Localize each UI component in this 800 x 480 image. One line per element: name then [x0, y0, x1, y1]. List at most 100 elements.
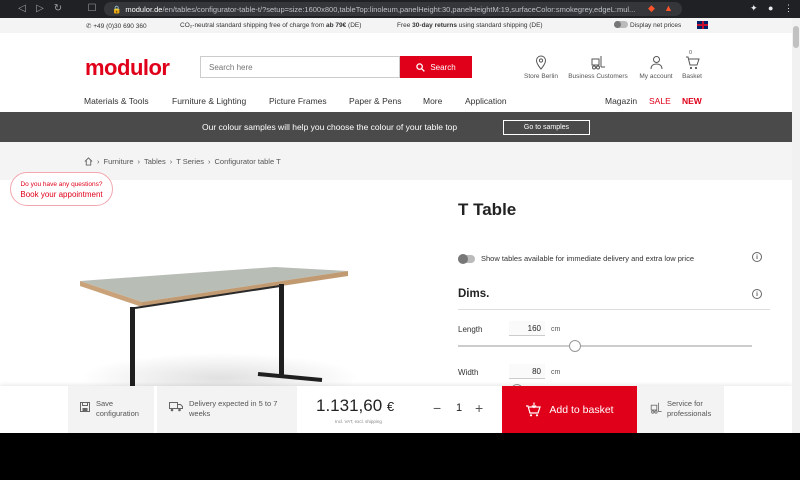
- nav-materials-tools[interactable]: Materials & Tools: [84, 96, 149, 106]
- net-prices-toggle[interactable]: [614, 21, 628, 28]
- breadcrumb: › Furniture › Tables › T Series › Config…: [84, 157, 281, 166]
- address-bar[interactable]: 🔒 modulor.de/en/tables/configurator-tabl…: [104, 2, 682, 16]
- service-line2: professionals: [667, 409, 712, 419]
- availability-toggle[interactable]: [458, 254, 475, 264]
- shipping-prefix: CO₂-neutral standard shipping free of ch…: [180, 22, 326, 29]
- length-unit: cm: [551, 326, 561, 333]
- home-icon[interactable]: [84, 157, 93, 166]
- lock-icon: 🔒: [112, 4, 122, 14]
- brave-shield-icon[interactable]: ◆: [648, 3, 655, 14]
- length-slider-handle[interactable]: [569, 340, 581, 352]
- browser-toolbar: ◁ ▷ ↻ ☐ 🔒 modulor.de/en/tables/configura…: [0, 0, 800, 18]
- price-currency: €: [386, 399, 395, 414]
- info-bar: ✆ +49 (0)30 690 360 CO₂-neutral standard…: [0, 18, 792, 33]
- nav-more[interactable]: More: [423, 96, 442, 106]
- delivery-info: Delivery expected in 5 to 7 weeks: [157, 386, 297, 433]
- quantity-value[interactable]: 1: [456, 402, 462, 414]
- url-path: /en/tables/configurator-table-t/?setup=s…: [162, 4, 636, 14]
- net-prices-label: Display net prices: [630, 22, 682, 29]
- net-prices-toggle-knob: [614, 21, 621, 28]
- delivery-label: Delivery expected in 5 to 7 weeks: [189, 399, 277, 419]
- save-line1: Save: [96, 399, 114, 408]
- profile-icon[interactable]: ●: [768, 3, 773, 13]
- nav-magazin[interactable]: Magazin: [605, 96, 637, 106]
- length-input[interactable]: 160: [509, 321, 545, 336]
- breadcrumb-furniture[interactable]: Furniture: [104, 157, 134, 166]
- dims-info-icon[interactable]: i: [752, 289, 762, 299]
- nav-sale[interactable]: SALE: [649, 96, 671, 106]
- appointment-link: Book your appointment: [20, 190, 103, 200]
- menu-icon[interactable]: ⋮: [784, 3, 793, 14]
- search-button[interactable]: Search: [400, 56, 472, 78]
- search-input[interactable]: [200, 56, 400, 78]
- phone-text: +49 (0)30 690 360: [93, 23, 147, 30]
- table-leg-right: [279, 284, 284, 376]
- save-configuration-button[interactable]: Save configuration: [68, 386, 154, 433]
- nav-furniture-lighting[interactable]: Furniture & Lighting: [172, 96, 246, 106]
- length-slider-track[interactable]: [458, 345, 752, 347]
- basket-link[interactable]: 0 Basket: [657, 50, 727, 80]
- brave-rewards-icon[interactable]: ▲: [664, 3, 673, 13]
- bookmark-icon[interactable]: ☐: [84, 3, 100, 14]
- returns-suffix: using standard shipping (DE): [456, 22, 543, 29]
- nav-new[interactable]: NEW: [682, 96, 702, 106]
- availability-toggle-row: Show tables available for immediate deli…: [458, 252, 770, 266]
- breadcrumb-t-series[interactable]: T Series: [176, 157, 204, 166]
- main-navigation: Materials & Tools Furniture & Lighting P…: [0, 93, 792, 111]
- go-to-samples-button[interactable]: Go to samples: [503, 120, 590, 135]
- decrease-quantity-button[interactable]: −: [433, 400, 441, 416]
- length-label: Length: [458, 325, 483, 334]
- url-host: modulor.de: [125, 4, 163, 14]
- page-scrollbar[interactable]: [792, 18, 800, 433]
- width-label: Width: [458, 368, 479, 377]
- product-title: T Table: [458, 200, 517, 219]
- width-input[interactable]: 80: [509, 364, 545, 379]
- uk-flag-icon[interactable]: [697, 21, 708, 29]
- save-icon: [80, 402, 90, 412]
- extensions-icon[interactable]: ✦: [750, 3, 758, 14]
- back-icon[interactable]: ◁: [14, 3, 30, 14]
- cart-icon: [685, 56, 700, 70]
- purchase-bar: Save configuration Delivery expected in 5…: [0, 386, 792, 433]
- phone-number[interactable]: ✆ +49 (0)30 690 360: [86, 22, 147, 30]
- returns-prefix: Free: [397, 22, 413, 29]
- service-professionals-link[interactable]: Service for professionals: [637, 386, 724, 433]
- forward-icon[interactable]: ▷: [32, 3, 48, 14]
- banner-text: Our colour samples will help you choose …: [202, 122, 458, 132]
- basket-label: Basket: [682, 73, 702, 80]
- save-line2: configuration: [96, 409, 139, 419]
- shipping-bold: ab 79€: [325, 22, 347, 29]
- scrollbar-thumb[interactable]: [793, 26, 799, 48]
- reload-icon[interactable]: ↻: [50, 3, 66, 14]
- add-to-cart-icon: [526, 402, 542, 417]
- breadcrumb-tables[interactable]: Tables: [144, 157, 166, 166]
- colour-samples-banner: Our colour samples will help you choose …: [0, 112, 792, 142]
- breadcrumb-bar: › Furniture › Tables › T Series › Config…: [0, 142, 792, 180]
- business-customers-label: Business Customers: [568, 73, 628, 80]
- delivery-line2: weeks: [189, 409, 211, 419]
- search-button-label: Search: [430, 62, 456, 72]
- nav-paper-pens[interactable]: Paper & Pens: [349, 96, 401, 106]
- modulor-logo[interactable]: modulor: [85, 55, 170, 81]
- breadcrumb-separator: ›: [137, 157, 141, 166]
- info-icon[interactable]: i: [752, 252, 762, 262]
- nav-picture-frames[interactable]: Picture Frames: [269, 96, 327, 106]
- service-line1: Service for: [667, 399, 703, 408]
- shipping-suffix: (DE): [346, 22, 362, 29]
- save-configuration-label: Save configuration: [96, 399, 139, 419]
- forklift-icon: [650, 402, 662, 414]
- forklift-icon: [591, 56, 605, 70]
- appointment-bubble[interactable]: Do you have any questions? Book your app…: [10, 172, 113, 206]
- add-to-basket-button[interactable]: Add to basket: [502, 386, 637, 433]
- search-icon: [416, 62, 426, 72]
- location-pin-icon: [535, 55, 547, 70]
- price-note: Incl. VAT, excl. shipping: [335, 419, 382, 424]
- basket-count: 0: [689, 50, 693, 56]
- breadcrumb-current: Configurator table T: [214, 157, 281, 166]
- increase-quantity-button[interactable]: +: [475, 400, 483, 416]
- dims-divider: [458, 309, 770, 310]
- breadcrumb-separator: ›: [169, 157, 173, 166]
- nav-application[interactable]: Application: [465, 96, 507, 106]
- add-to-basket-label: Add to basket: [549, 403, 614, 416]
- truck-icon: [169, 402, 183, 412]
